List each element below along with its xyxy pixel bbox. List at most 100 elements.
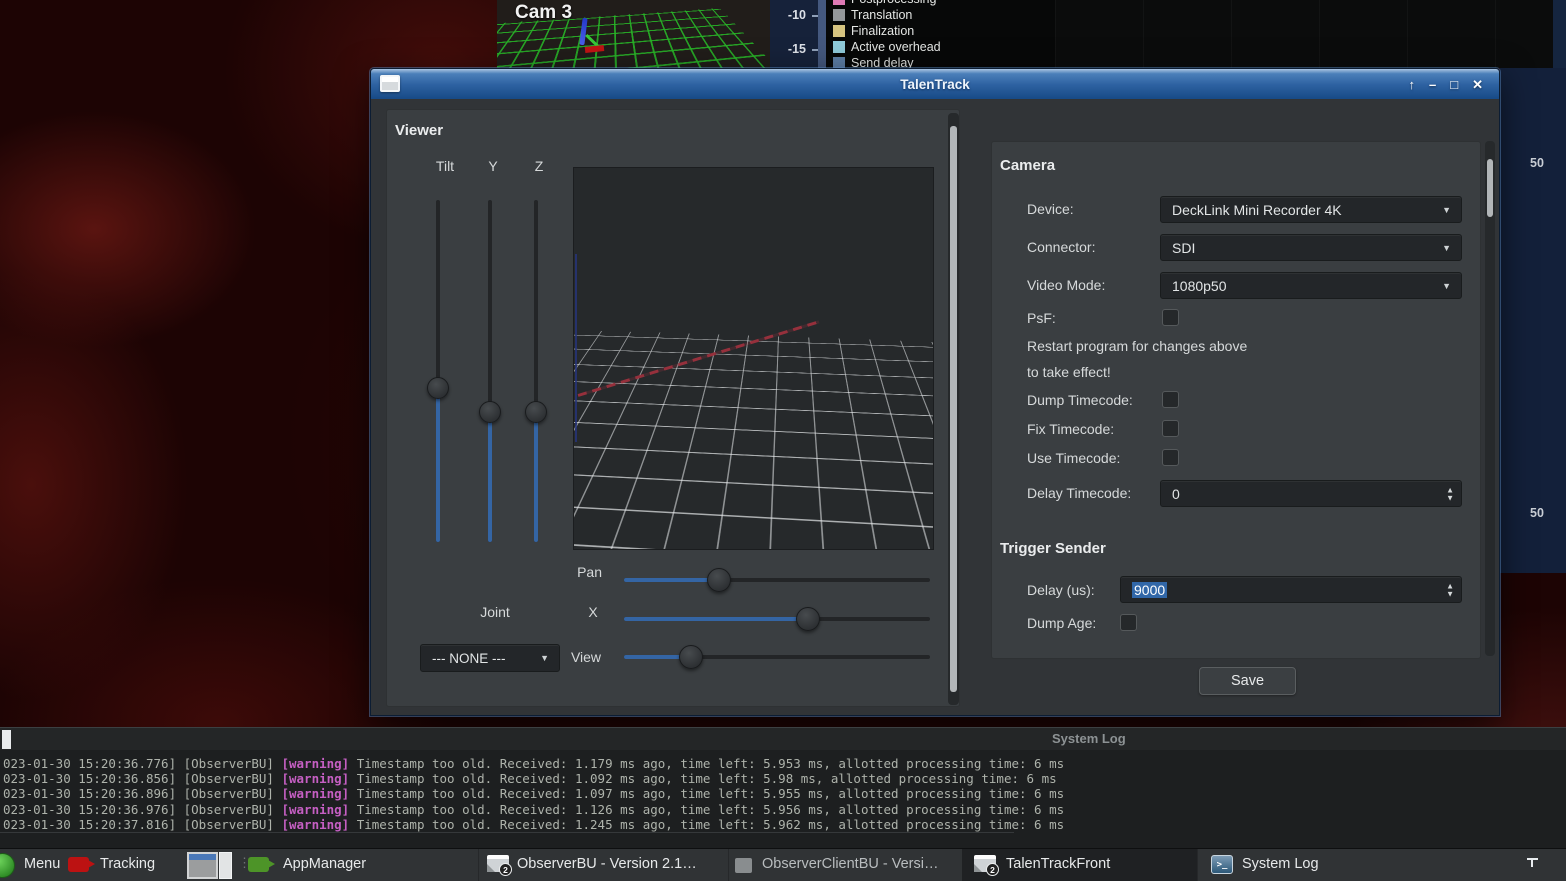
cam3-video-window: Cam 3 bbox=[497, 0, 770, 68]
view-slider-handle[interactable] bbox=[679, 645, 703, 669]
chevron-down-icon: ▼ bbox=[1442, 281, 1451, 291]
background-window-area bbox=[1055, 0, 1566, 68]
legend-item: Translation bbox=[833, 7, 912, 23]
taskbar-item-tracking[interactable]: Tracking bbox=[100, 856, 155, 872]
dump-timecode-checkbox[interactable] bbox=[1162, 391, 1179, 408]
dump-timecode-label: Dump Timecode: bbox=[1027, 392, 1133, 408]
legend-item: Finalization bbox=[833, 23, 914, 39]
appmanager-camera-icon[interactable] bbox=[248, 857, 269, 872]
legend-label: Send delay bbox=[851, 56, 914, 68]
titlebar[interactable]: TalenTrack ↑ – □ ✕ bbox=[371, 69, 1499, 99]
log-line: 023-01-30 15:20:36.976] [ObserverBU] [wa… bbox=[3, 802, 1064, 817]
trigger-delay-spinbox[interactable]: 9000 ▲ ▼ bbox=[1120, 576, 1462, 603]
viewer-scrollbar[interactable] bbox=[948, 113, 959, 705]
x-slider-fill bbox=[624, 617, 808, 621]
terminal-icon[interactable]: >_ bbox=[1211, 855, 1233, 874]
pan-slider-handle[interactable] bbox=[707, 568, 731, 592]
desktop-pager-icon[interactable] bbox=[187, 852, 218, 879]
camera-panel-scrollbar[interactable] bbox=[1485, 141, 1495, 656]
fix-timecode-checkbox[interactable] bbox=[1162, 420, 1179, 437]
z-slider-label: Z bbox=[519, 158, 559, 174]
connector-dropdown[interactable]: SDI ▼ bbox=[1160, 234, 1462, 261]
tray-icon[interactable] bbox=[1527, 858, 1538, 868]
taskbar-item-systemlog[interactable]: System Log bbox=[1242, 856, 1319, 872]
y-slider-handle[interactable] bbox=[479, 401, 501, 423]
viewport-blue-line bbox=[575, 254, 577, 442]
x-slider[interactable] bbox=[624, 617, 930, 621]
view-slider[interactable] bbox=[624, 655, 930, 659]
talentrackfront-window-icon[interactable]: 2 bbox=[974, 855, 996, 872]
spin-up-icon[interactable]: ▲ bbox=[1446, 486, 1454, 493]
system-log-titlebar[interactable]: System Log bbox=[0, 728, 1566, 750]
maximize-button[interactable]: □ bbox=[1450, 78, 1458, 91]
tilt-slider-fill bbox=[436, 388, 440, 542]
joint-dropdown[interactable]: --- NONE --- ▼ bbox=[420, 644, 560, 672]
y-slider[interactable] bbox=[488, 200, 492, 542]
z-slider[interactable] bbox=[534, 200, 538, 542]
psf-label: PsF: bbox=[1027, 310, 1056, 326]
chart-legend: Postprocessing Translation Finalization … bbox=[826, 0, 1055, 68]
taskbar-item-observerbu[interactable]: ObserverBU - Version 2.1… bbox=[517, 856, 697, 872]
x-slider-handle[interactable] bbox=[796, 607, 820, 631]
3d-viewport[interactable] bbox=[573, 167, 934, 550]
chevron-down-icon: ▼ bbox=[540, 653, 549, 663]
spin-up-icon[interactable]: ▲ bbox=[1446, 582, 1454, 589]
chart-axis-ticks: -10 -15 bbox=[770, 0, 818, 68]
taskbar-item-talentrackfront[interactable]: TalenTrackFront bbox=[1006, 856, 1110, 872]
spin-down-icon[interactable]: ▼ bbox=[1446, 494, 1454, 501]
video-mode-dropdown[interactable]: 1080p50 ▼ bbox=[1160, 272, 1462, 299]
joint-label: Joint bbox=[465, 604, 525, 620]
viewer-scrollbar-thumb[interactable] bbox=[950, 126, 957, 692]
trigger-delay-value[interactable]: 9000 bbox=[1132, 582, 1167, 598]
axis-tick: 50 bbox=[1530, 156, 1544, 170]
save-button[interactable]: Save bbox=[1199, 667, 1296, 695]
connector-value: SDI bbox=[1172, 240, 1195, 256]
menu-button[interactable]: Menu bbox=[24, 856, 60, 872]
background-edge bbox=[1553, 0, 1566, 68]
camera-heading: Camera bbox=[1000, 157, 1055, 174]
viewer-panel: Viewer Tilt Y Z Pan bbox=[386, 109, 960, 707]
y-slider-fill bbox=[488, 412, 492, 542]
taskbar-item-observerclientbu[interactable]: ObserverClientBU - Versi… bbox=[762, 856, 938, 872]
delay-timecode-spinbox[interactable]: 0 ▲ ▼ bbox=[1160, 480, 1462, 507]
close-button[interactable]: ✕ bbox=[1472, 78, 1483, 91]
y-slider-label: Y bbox=[473, 158, 513, 174]
legend-item: Postprocessing bbox=[833, 0, 936, 7]
keep-above-button[interactable]: ↑ bbox=[1409, 78, 1416, 91]
z-slider-handle[interactable] bbox=[525, 401, 547, 423]
tracking-camera-icon[interactable] bbox=[68, 857, 89, 872]
camera-panel-scrollbar-thumb[interactable] bbox=[1487, 159, 1493, 217]
delay-timecode-label: Delay Timecode: bbox=[1027, 485, 1131, 501]
observerclientbu-icon[interactable] bbox=[735, 858, 752, 873]
pan-slider[interactable] bbox=[624, 578, 930, 582]
chart-divider bbox=[818, 0, 826, 68]
tilt-slider[interactable] bbox=[436, 200, 440, 542]
chevron-down-icon: ▼ bbox=[1442, 205, 1451, 215]
save-button-label: Save bbox=[1231, 673, 1264, 689]
taskbar-item-appmanager[interactable]: AppManager bbox=[283, 856, 366, 872]
device-label: Device: bbox=[1027, 201, 1074, 217]
tilt-slider-label: Tilt bbox=[425, 158, 465, 174]
dump-age-checkbox[interactable] bbox=[1120, 614, 1137, 631]
video-mode-value: 1080p50 bbox=[1172, 278, 1227, 294]
z-slider-fill bbox=[534, 412, 538, 542]
background-chart-edge: 50 50 bbox=[1500, 68, 1566, 573]
spin-down-icon[interactable]: ▼ bbox=[1446, 590, 1454, 597]
psf-checkbox[interactable] bbox=[1162, 309, 1179, 326]
device-value: DeckLink Mini Recorder 4K bbox=[1172, 202, 1342, 218]
log-scrollbar-fragment[interactable] bbox=[2, 730, 11, 749]
observerbu-window-icon[interactable]: 2 bbox=[487, 855, 509, 872]
use-timecode-checkbox[interactable] bbox=[1162, 449, 1179, 466]
desktop-pager-second[interactable] bbox=[219, 852, 232, 879]
delay-timecode-value: 0 bbox=[1172, 486, 1180, 502]
app-launcher-icon[interactable] bbox=[0, 853, 15, 878]
video-mode-label: Video Mode: bbox=[1027, 277, 1105, 293]
desktop: Cam 3 -10 -15 Postprocessing Translation… bbox=[0, 0, 1566, 881]
legend-swatch bbox=[833, 41, 845, 53]
minimize-button[interactable]: – bbox=[1429, 78, 1436, 91]
legend-label: Finalization bbox=[851, 24, 914, 38]
fix-timecode-label: Fix Timecode: bbox=[1027, 421, 1114, 437]
device-dropdown[interactable]: DeckLink Mini Recorder 4K ▼ bbox=[1160, 196, 1462, 223]
tilt-slider-handle[interactable] bbox=[427, 377, 449, 399]
restart-note-line2: to take effect! bbox=[1027, 364, 1111, 380]
